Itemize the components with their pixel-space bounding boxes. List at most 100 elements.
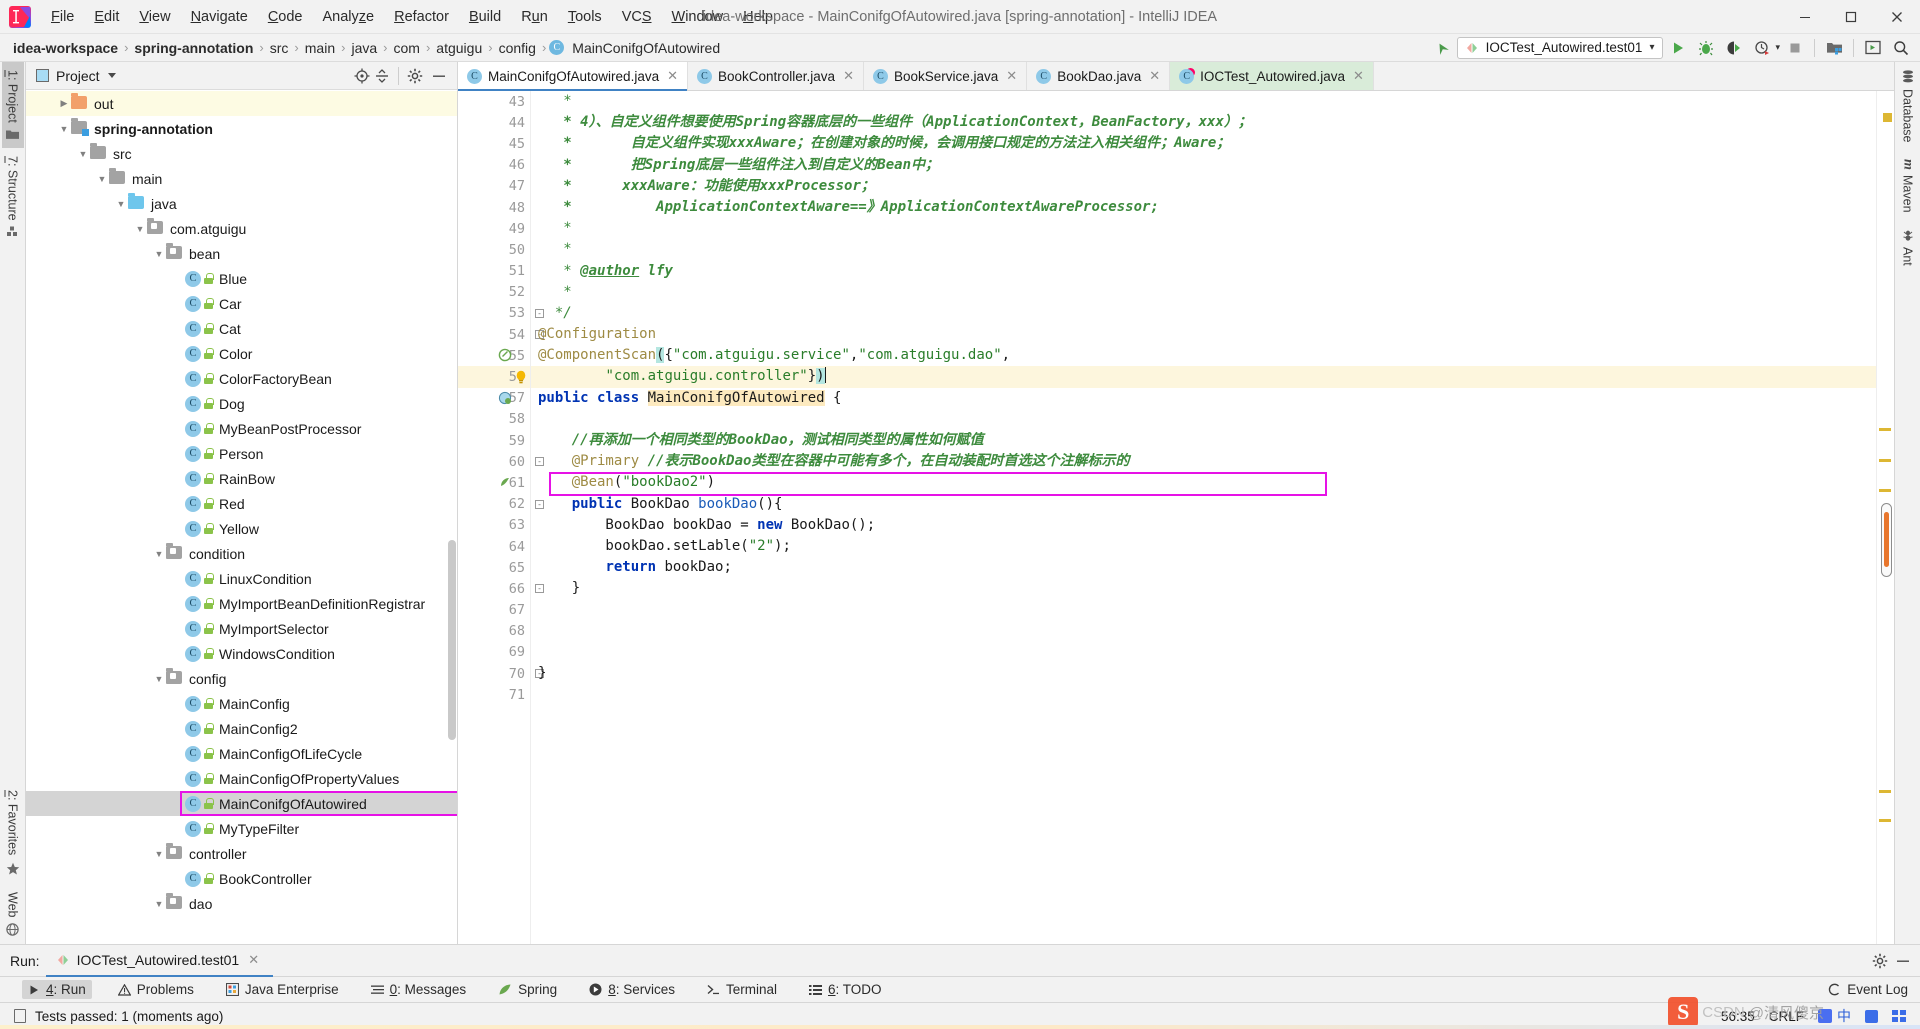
tree-node-myimportselector[interactable]: C MyImportSelector (26, 616, 457, 641)
tool-button-spring[interactable]: Spring (492, 980, 563, 999)
breadcrumb-item-3[interactable]: main (302, 40, 338, 56)
tree-node-mytypefilter[interactable]: C MyTypeFilter (26, 816, 457, 841)
editor-gutter[interactable]: 43 44 45 46 47 48 49 50 51 52 53-54-5556-57 58 59 60-… (458, 91, 544, 944)
chevron-down-icon[interactable]: ▾ (1649, 42, 1654, 53)
gutter-line-68[interactable]: 68 (458, 621, 530, 642)
close-button[interactable] (1874, 0, 1920, 33)
gutter-line-64[interactable]: 64 (458, 536, 530, 557)
close-icon[interactable]: ✕ (1149, 68, 1160, 84)
code-line-51[interactable]: * @author lfy (538, 261, 1876, 282)
gutter-line-58[interactable]: 58 (458, 409, 530, 430)
tree-node-config[interactable]: ▼ config (26, 666, 457, 691)
profiler-button[interactable] (1749, 36, 1775, 60)
tree-node-controller[interactable]: ▼ controller (26, 841, 457, 866)
gutter-line-59[interactable]: 59 (458, 430, 530, 451)
tool-button-4-run[interactable]: 4: Run (22, 980, 92, 999)
collapse-all-icon[interactable] (374, 68, 390, 84)
update-arrow-icon[interactable] (1429, 36, 1455, 60)
sidebar-item-database[interactable]: Database (1897, 62, 1919, 151)
gear-icon[interactable] (1872, 953, 1888, 969)
gutter-line-49[interactable]: 49 (458, 218, 530, 239)
minimize-button[interactable] (1782, 0, 1828, 33)
code-line-45[interactable]: * 自定义组件实现xxxAware；在创建对象的时候，会调用接口规定的方法注入相… (538, 133, 1876, 154)
event-log-label[interactable]: Event Log (1847, 982, 1908, 997)
tree-node-mainconfig[interactable]: C MainConfig (26, 691, 457, 716)
run-coverage-button[interactable] (1721, 36, 1747, 60)
search-everywhere-button[interactable] (1888, 36, 1914, 60)
hide-icon[interactable] (427, 69, 451, 83)
menu-code[interactable]: Code (258, 6, 313, 28)
tree-node-colorfactorybean[interactable]: C ColorFactoryBean (26, 366, 457, 391)
code-line-60[interactable]: @Primary //表示BookDao类型在容器中可能有多个，在自动装配时首选… (538, 451, 1876, 472)
tree-node-myimportbeandefinitionregistrar[interactable]: C MyImportBeanDefinitionRegistrar (26, 591, 457, 616)
close-icon[interactable]: ✕ (1353, 68, 1364, 84)
tree-node-src[interactable]: ▼ src (26, 141, 457, 166)
tree-node-person[interactable]: C Person (26, 441, 457, 466)
gutter-line-45[interactable]: 45 (458, 133, 530, 154)
editor-tab-mainconifgofautowired-java[interactable]: C MainConifgOfAutowired.java ✕ (458, 62, 688, 91)
tree-node-blue[interactable]: C Blue (26, 266, 457, 291)
gutter-line-66[interactable]: 66- (458, 578, 544, 599)
menu-edit[interactable]: Edit (84, 6, 129, 28)
project-structure-button[interactable] (1821, 36, 1847, 60)
gutter-line-55[interactable]: 55 (458, 345, 530, 366)
code-line-67[interactable] (538, 600, 1876, 621)
gear-icon[interactable] (407, 68, 423, 84)
code-line-70[interactable]: } (538, 663, 1876, 684)
code-line-53[interactable]: */ (538, 303, 1876, 324)
code-line-64[interactable]: bookDao.setLable("2"); (538, 536, 1876, 557)
gutter-line-63[interactable]: 63 (458, 515, 530, 536)
tree-node-spring-annotation[interactable]: ▼ spring-annotation (26, 116, 457, 141)
tree-node-color[interactable]: C Color (26, 341, 457, 366)
tree-node-windowscondition[interactable]: C WindowsCondition (26, 641, 457, 666)
menu-file[interactable]: File (41, 6, 84, 28)
code-line-65[interactable]: return bookDao; (538, 557, 1876, 578)
gutter-line-65[interactable]: 65 (458, 557, 530, 578)
gutter-run-marker-icon[interactable] (498, 348, 513, 363)
menu-refactor[interactable]: Refactor (384, 6, 459, 28)
sidebar-item-favorites[interactable]: 2: Favorites (2, 782, 24, 883)
gutter-line-60[interactable]: 60- (458, 451, 544, 472)
project-tree[interactable]: ▶ out ▼ spring-annotation ▼ src ▼ main ▼ java ▼ com… (26, 90, 457, 944)
gutter-line-67[interactable]: 67 (458, 600, 530, 621)
tree-node-cat[interactable]: C Cat (26, 316, 457, 341)
tree-scrollbar[interactable] (448, 540, 456, 740)
menu-help[interactable]: Help (733, 6, 783, 28)
sidebar-item-maven[interactable]: m Maven (1896, 151, 1920, 221)
gutter-line-51[interactable]: 51 (458, 261, 530, 282)
code-line-55[interactable]: @ComponentScan({"com.atguigu.service","c… (538, 345, 1876, 366)
tool-button-problems[interactable]: Problems (112, 980, 200, 999)
run-button[interactable] (1665, 36, 1691, 60)
tree-node-mainconfigofpropertyvalues[interactable]: C MainConfigOfPropertyValues (26, 766, 457, 791)
menu-analyze[interactable]: Analyze (313, 6, 385, 28)
breadcrumb-item-5[interactable]: com (391, 40, 423, 56)
code-line-61[interactable]: @Bean("bookDao2") (538, 472, 1876, 493)
editor-tab-bookcontroller-java[interactable]: C BookController.java ✕ (688, 62, 864, 90)
intention-bulb-icon[interactable] (514, 370, 529, 385)
maximize-button[interactable] (1828, 0, 1874, 33)
close-icon[interactable]: ✕ (248, 952, 259, 968)
code-line-68[interactable] (538, 621, 1876, 642)
code-line-43[interactable]: * (538, 91, 1876, 112)
menu-window[interactable]: Window (662, 6, 734, 28)
gutter-line-43[interactable]: 43 (458, 91, 530, 112)
sidebar-item-web[interactable]: Web (2, 884, 24, 944)
chevron-down-icon[interactable]: ▼ (76, 149, 90, 159)
breadcrumb-item-4[interactable]: java (348, 40, 380, 56)
menu-run[interactable]: Run (511, 6, 558, 28)
tree-node-yellow[interactable]: C Yellow (26, 516, 457, 541)
tree-node-condition[interactable]: ▼ condition (26, 541, 457, 566)
tree-node-dao[interactable]: ▼ dao (26, 891, 457, 916)
stop-button[interactable] (1782, 36, 1808, 60)
tree-node-java[interactable]: ▼ java (26, 191, 457, 216)
code-line-69[interactable] (538, 642, 1876, 663)
menu-build[interactable]: Build (459, 6, 511, 28)
gutter-line-71[interactable]: 71 (458, 684, 530, 705)
gutter-line-47[interactable]: 47 (458, 176, 530, 197)
close-icon[interactable]: ✕ (1006, 68, 1017, 84)
menu-navigate[interactable]: Navigate (181, 6, 258, 28)
chevron-down-icon[interactable]: ▼ (152, 899, 166, 909)
gutter-run-marker-icon[interactable] (498, 391, 513, 406)
debug-button[interactable] (1693, 36, 1719, 60)
code-line-50[interactable]: * (538, 239, 1876, 260)
